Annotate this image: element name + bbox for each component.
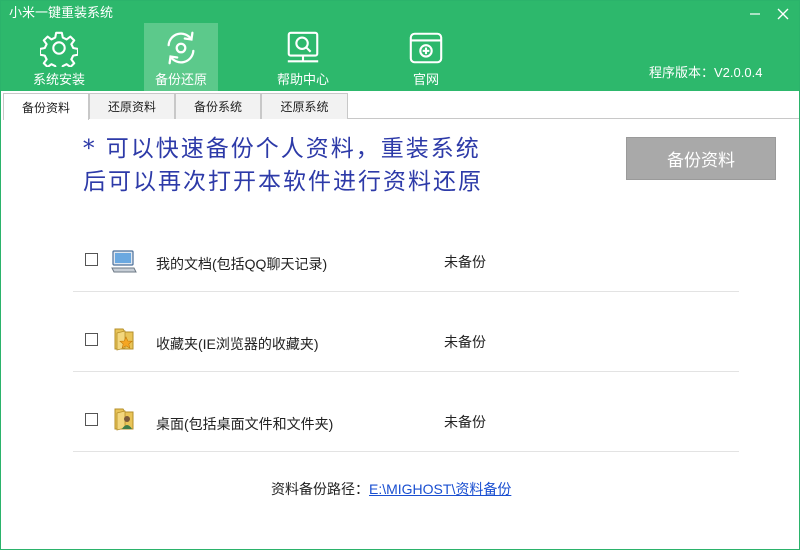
nav-official-site[interactable]: 官网 — [389, 23, 463, 91]
nav-label: 官网 — [412, 72, 439, 87]
computer-icon — [111, 250, 137, 273]
tab-backup-system[interactable]: 备份系统 — [175, 93, 261, 119]
notice-line: 后可以再次打开本软件进行资料还原 — [83, 169, 483, 195]
nav-system-install[interactable]: 系统安装 — [22, 23, 96, 91]
nav-label: 帮助中心 — [276, 72, 329, 87]
nav-help-center[interactable]: 帮助中心 — [266, 23, 340, 91]
notice-line: * 可以快速备份个人资料，重装系统 — [83, 136, 481, 162]
favorites-folder-icon — [114, 328, 134, 351]
notice-text: * 可以快速备份个人资料，重装系统 后可以再次打开本软件进行资料还原 — [83, 133, 483, 199]
item-checkbox[interactable] — [85, 413, 98, 426]
backup-data-button[interactable]: 备份资料 — [626, 137, 776, 180]
main-window: 小米一键重装系统 系统安装 备份还原 帮助中心 官网 程序版本：V2.0.0.4… — [0, 0, 800, 550]
item-checkbox[interactable] — [85, 253, 98, 266]
list-item: 桌面(包括桌面文件和文件夹) 未备份 — [73, 372, 739, 452]
item-status: 未备份 — [444, 414, 486, 430]
item-checkbox[interactable] — [85, 333, 98, 346]
tab-bar: 备份资料 还原资料 备份系统 还原系统 — [3, 93, 799, 120]
browser-icon — [409, 32, 443, 64]
backup-path: 资料备份路径：E:\MIGHOST\资料备份 — [271, 479, 511, 499]
nav-backup-restore[interactable]: 备份还原 — [144, 23, 218, 91]
version-label: 程序版本：V2.0.0.4 — [649, 65, 763, 80]
list-item: 我的文档(包括QQ聊天记录) 未备份 — [73, 212, 739, 292]
gear-icon — [40, 31, 78, 67]
item-label: 我的文档(包括QQ聊天记录) — [156, 256, 328, 272]
minimize-button[interactable] — [741, 3, 769, 25]
refresh-icon — [167, 31, 195, 65]
item-status: 未备份 — [444, 254, 486, 270]
desktop-folder-icon — [114, 408, 134, 431]
tab-restore-system[interactable]: 还原系统 — [261, 93, 348, 119]
backup-path-label: 资料备份路径： — [271, 481, 369, 497]
close-button[interactable] — [769, 3, 797, 25]
list-item: 收藏夹(IE浏览器的收藏夹) 未备份 — [73, 292, 739, 372]
header-bar: 小米一键重装系统 系统安装 备份还原 帮助中心 官网 程序版本：V2.0.0.4 — [1, 1, 799, 91]
item-status: 未备份 — [444, 334, 486, 350]
tab-backup-data[interactable]: 备份资料 — [3, 93, 89, 120]
backup-path-link[interactable]: E:\MIGHOST\资料备份 — [369, 481, 511, 497]
item-label: 桌面(包括桌面文件和文件夹) — [156, 416, 334, 432]
nav-label: 系统安装 — [32, 72, 85, 87]
app-title: 小米一键重装系统 — [9, 5, 114, 20]
item-label: 收藏夹(IE浏览器的收藏夹) — [156, 336, 319, 352]
close-icon — [777, 8, 789, 20]
tab-restore-data[interactable]: 还原资料 — [89, 93, 175, 119]
minimize-icon — [750, 13, 760, 15]
nav-label: 备份还原 — [154, 72, 207, 87]
monitor-help-icon — [287, 31, 319, 63]
